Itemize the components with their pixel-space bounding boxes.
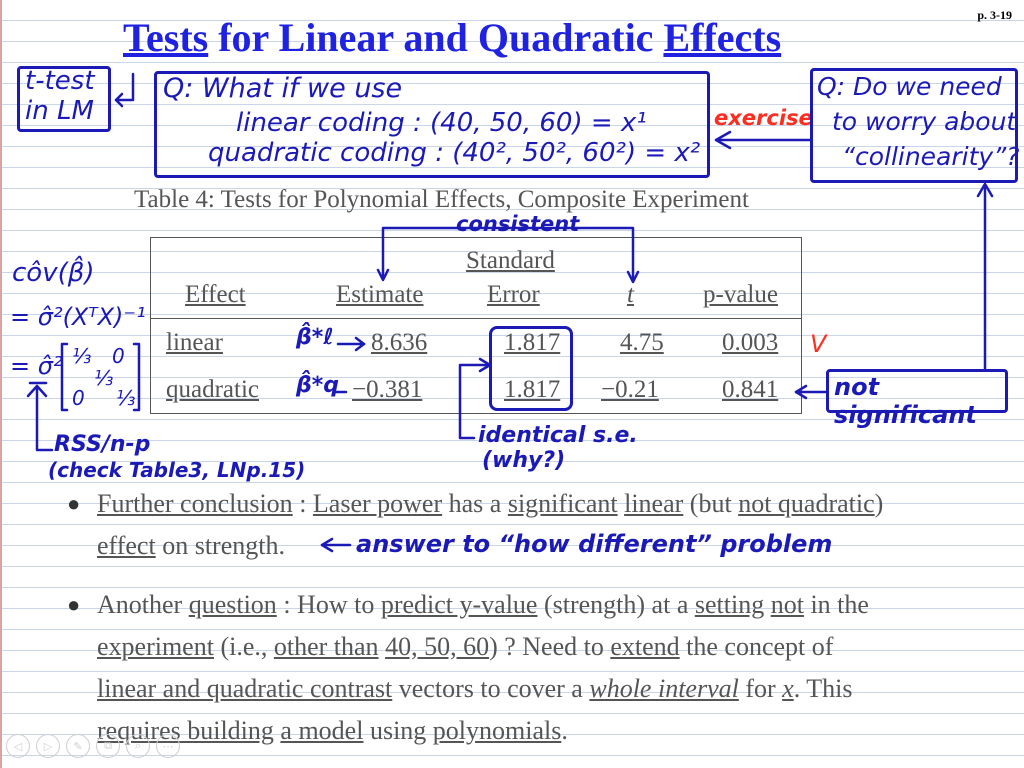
text-laser-power: Laser power [312,489,443,518]
text-segment: ) ? Need to [489,632,611,661]
text-segment: (but [683,489,739,518]
more-options-button[interactable]: ⋯ [156,734,180,758]
copy-button[interactable]: ⧉ [96,734,120,758]
text-experiment: experiment [97,632,214,661]
text-segment: (strength) at a [537,590,695,619]
text-segment: on strength. [155,531,285,560]
text-segment: for [738,674,783,703]
text-further-conclusion: Further conclusion [97,489,293,518]
viewer-toolbar: ◁ ▷ ✎ ⧉ ⌕ ⋯ [6,734,180,758]
text-segment: has a [442,489,508,518]
text-segment: using [363,716,433,745]
pen-tool-button[interactable]: ✎ [66,734,90,758]
text-effect: effect [97,531,156,560]
bullet-dot: ● [67,592,81,617]
text-segment: vectors to cover a [392,674,590,703]
text-segment: (i.e., [213,632,274,661]
text-segment: : How to [276,590,381,619]
text-segment: in the [803,590,869,619]
text-whole-interval: whole interval [589,674,739,703]
text-segment: : [292,489,313,518]
text-segment: the concept of [679,632,834,661]
next-page-button[interactable]: ▷ [36,734,60,758]
text-predict-y-value: predict y-value [380,590,538,619]
text-linear: linear [624,489,684,518]
zoom-button[interactable]: ⌕ [126,734,150,758]
text-segment: ) [874,489,884,518]
text-segment: Another [97,590,189,619]
bullet-dot: ● [67,491,81,516]
previous-page-button[interactable]: ◁ [6,734,30,758]
text-x: x [782,674,794,703]
text-other-than: other than [273,632,379,661]
text-polynomials: polynomials [432,716,562,745]
text-40-50-60: 40, 50, 60 [385,632,490,661]
question-bullet: ● Another question : How to predict y-va… [67,584,1007,752]
answer-note: answer to “how different” problem [356,530,833,558]
text-segment: . This [793,674,853,703]
text-significant: significant [507,489,618,518]
text-setting: setting [694,590,765,619]
text-question: question [188,590,277,619]
text-a-model: a model [280,716,364,745]
text-extend: extend [610,632,680,661]
text-segment: . [561,716,568,745]
text-linear-quadratic-contrast: linear and quadratic contrast [97,674,393,703]
text-not-quadratic: not quadratic [738,489,875,518]
text-not: not [770,590,804,619]
